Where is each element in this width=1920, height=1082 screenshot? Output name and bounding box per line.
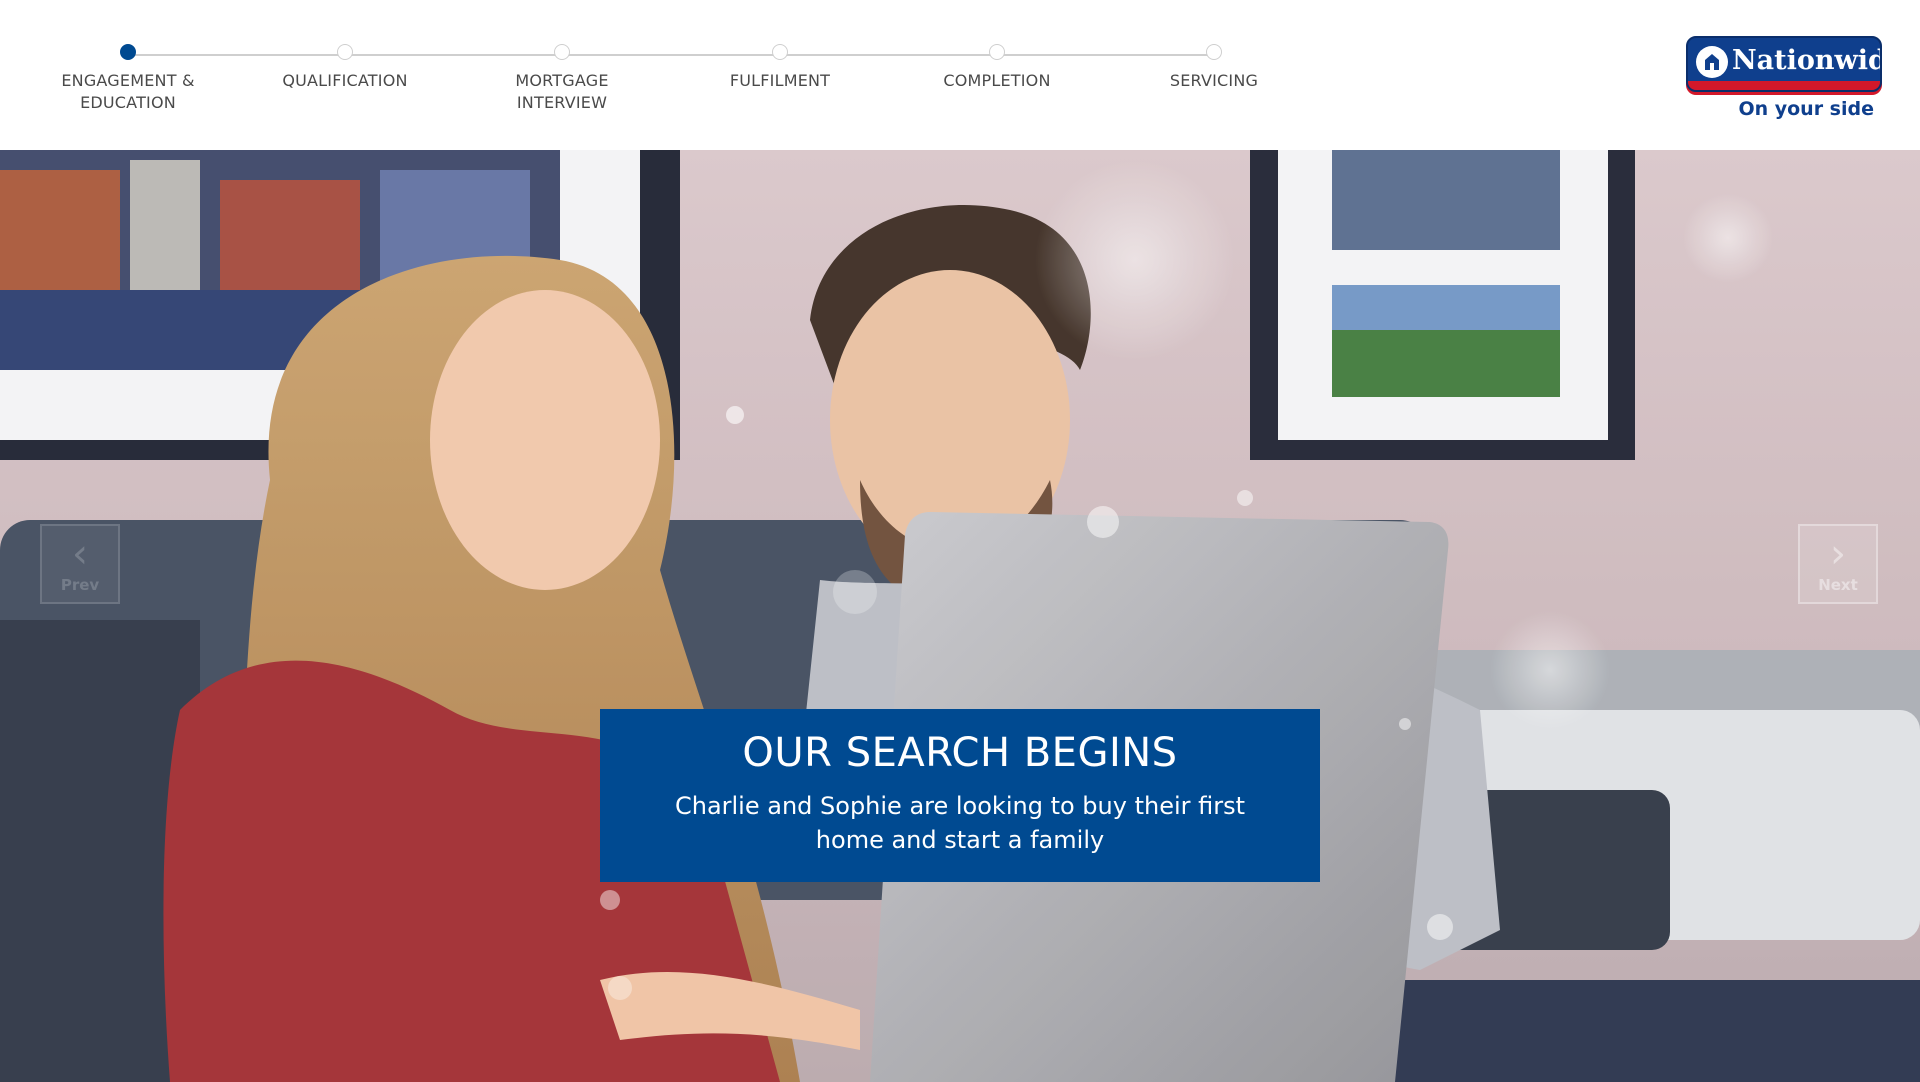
brand-tagline: On your side: [1738, 98, 1874, 120]
step-dot: [989, 44, 1005, 60]
prev-label: Prev: [60, 576, 100, 594]
chevron-left-icon: ‹: [72, 531, 88, 577]
next-label: Next: [1818, 576, 1858, 594]
header: ENGAGEMENT & EDUCATION QUALIFICATION MOR…: [0, 0, 1920, 150]
step-label: MORTGAGE INTERVIEW: [515, 71, 609, 112]
step-label: COMPLETION: [943, 71, 1051, 90]
logo-badge: Nationwide: [1686, 36, 1882, 92]
step-completion[interactable]: COMPLETION: [907, 44, 1087, 92]
prev-button[interactable]: ‹ Prev: [40, 524, 120, 604]
step-label: QUALIFICATION: [282, 71, 408, 90]
step-label: FULFILMENT: [729, 71, 831, 90]
step-dot: [554, 44, 570, 60]
step-servicing[interactable]: SERVICING: [1124, 44, 1304, 92]
caption-text: Charlie and Sophie are looking to buy th…: [674, 792, 1246, 854]
step-dot: [337, 44, 353, 60]
step-dot: [772, 44, 788, 60]
nationwide-logo-mark-icon: [1696, 46, 1728, 78]
step-mortgage-interview[interactable]: MORTGAGE INTERVIEW: [472, 44, 652, 114]
journey-stepper: ENGAGEMENT & EDUCATION QUALIFICATION MOR…: [0, 0, 1300, 150]
step-qualification[interactable]: QUALIFICATION: [255, 44, 435, 92]
chevron-right-icon: ›: [1830, 531, 1846, 577]
step-fulfilment[interactable]: FULFILMENT: [690, 44, 870, 92]
next-button[interactable]: › Next: [1798, 524, 1878, 604]
hero-slide: ‹ Prev › Next OUR SEARCH BEGINS Charlie …: [0, 150, 1920, 1082]
couple-on-sofa-image: [0, 150, 1920, 1082]
step-dot: [1206, 44, 1222, 60]
caption-title: OUR SEARCH BEGINS: [742, 730, 1178, 776]
nationwide-logo[interactable]: Nationwide On your side: [1686, 36, 1884, 120]
step-label: ENGAGEMENT & EDUCATION: [61, 71, 195, 112]
step-label: SERVICING: [1169, 71, 1259, 90]
brand-name: Nationwide: [1732, 45, 1880, 76]
step-engagement-education[interactable]: ENGAGEMENT & EDUCATION: [38, 44, 218, 114]
step-dot-active: [120, 44, 136, 60]
caption-box: OUR SEARCH BEGINS Charlie and Sophie are…: [600, 709, 1320, 882]
